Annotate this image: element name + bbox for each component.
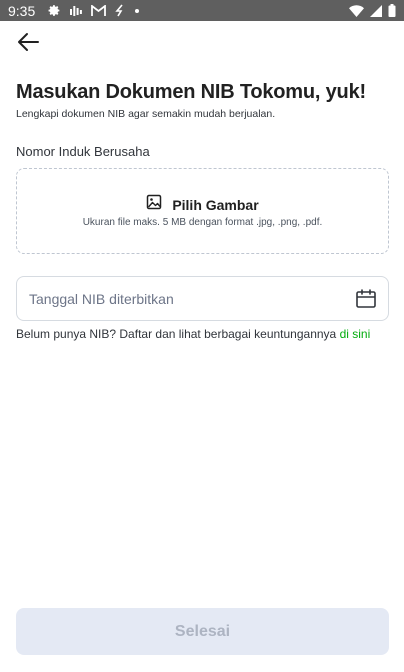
upload-button-row: Pilih Gambar <box>17 194 388 215</box>
signal-bars-icon <box>70 5 83 17</box>
page-title: Masukan Dokumen NIB Tokomu, yuk! <box>16 81 366 103</box>
status-right <box>349 4 396 17</box>
status-bar: 9:35 <box>0 0 404 21</box>
nib-info-text: Belum punya NIB? Daftar dan lihat berbag… <box>16 326 376 342</box>
register-link[interactable]: di sini <box>340 327 371 341</box>
status-left: 9:35 <box>8 3 140 19</box>
choose-image-label: Pilih Gambar <box>172 196 259 213</box>
image-icon <box>146 194 162 215</box>
dot-icon <box>134 8 140 14</box>
status-time: 9:35 <box>8 2 36 19</box>
cell-signal-icon <box>370 4 382 17</box>
calendar-icon[interactable] <box>356 289 376 314</box>
issue-date-placeholder: Tanggal NIB diterbitkan <box>29 291 174 307</box>
settings-icon <box>48 4 61 17</box>
upload-image-box[interactable]: Pilih Gambar Ukuran file maks. 5 MB deng… <box>16 168 389 254</box>
sync-icon <box>115 4 125 17</box>
back-button[interactable] <box>14 31 42 57</box>
page-subtitle: Lengkapi dokumen NIB agar semakin mudah … <box>16 108 276 120</box>
nib-info-message: Belum punya NIB? Daftar dan lihat berbag… <box>16 327 340 341</box>
battery-icon <box>388 4 396 17</box>
wifi-icon <box>349 4 364 17</box>
upload-hint: Ukuran file maks. 5 MB dengan format .jp… <box>82 217 323 228</box>
arrow-left-icon <box>16 32 40 57</box>
done-button[interactable]: Selesai <box>16 608 389 655</box>
upload-field-label: Nomor Induk Berusaha <box>16 144 150 159</box>
gmail-icon <box>91 4 107 17</box>
issue-date-field[interactable]: Tanggal NIB diterbitkan <box>16 276 389 321</box>
